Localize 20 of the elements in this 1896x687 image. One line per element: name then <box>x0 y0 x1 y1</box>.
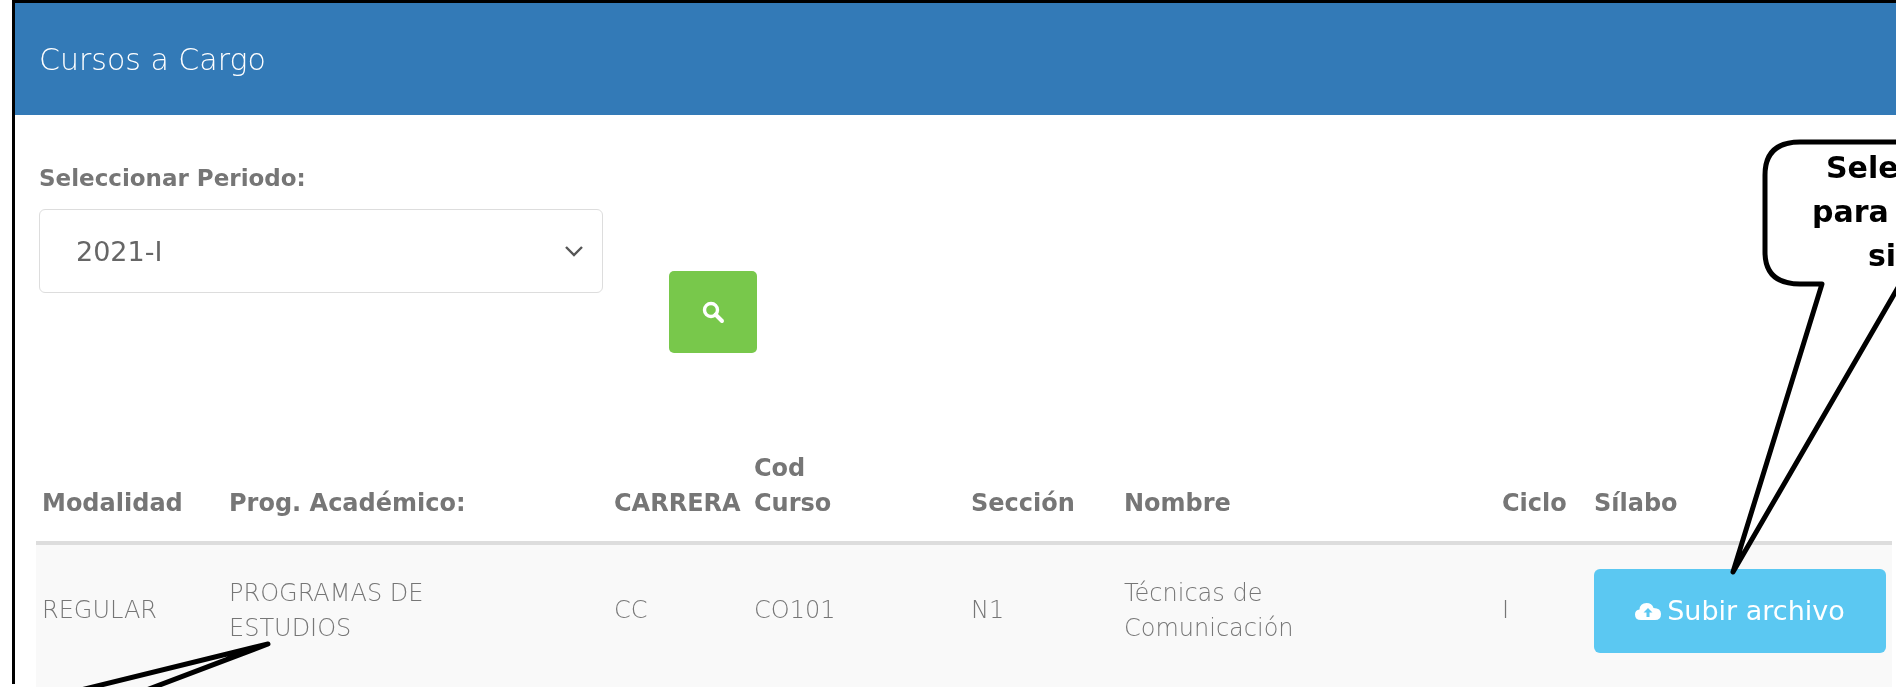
callout-text: para <box>1812 194 1889 229</box>
column-header: CARRERA <box>614 488 741 517</box>
table-cell: CO101 <box>754 596 836 625</box>
table-cell: CC <box>614 596 648 625</box>
column-header: Sílabo <box>1594 488 1678 517</box>
table-cell: REGULAR <box>42 596 158 625</box>
table-cell: N1 <box>971 596 1005 625</box>
column-header: Nombre <box>1124 487 1232 519</box>
table-cell-text: Técnicas de Comunicación <box>1124 577 1295 644</box>
period-select[interactable]: 2021-I <box>39 209 603 293</box>
column-header: Modalidad <box>42 488 183 517</box>
callout-text: si <box>1868 238 1896 273</box>
column-header: Ciclo <box>1502 488 1567 517</box>
panel-title: Cursos a Cargo <box>39 41 266 77</box>
period-label: Seleccionar Periodo: <box>39 165 306 191</box>
column-header: Sección <box>971 488 1075 517</box>
table-cell-text: PROGRAMAS DE ESTUDIOS <box>229 577 425 644</box>
column-header: Cod Curso <box>754 453 833 519</box>
column-header: Prog. Académico: <box>229 488 466 517</box>
table-cell: I <box>1502 596 1510 625</box>
